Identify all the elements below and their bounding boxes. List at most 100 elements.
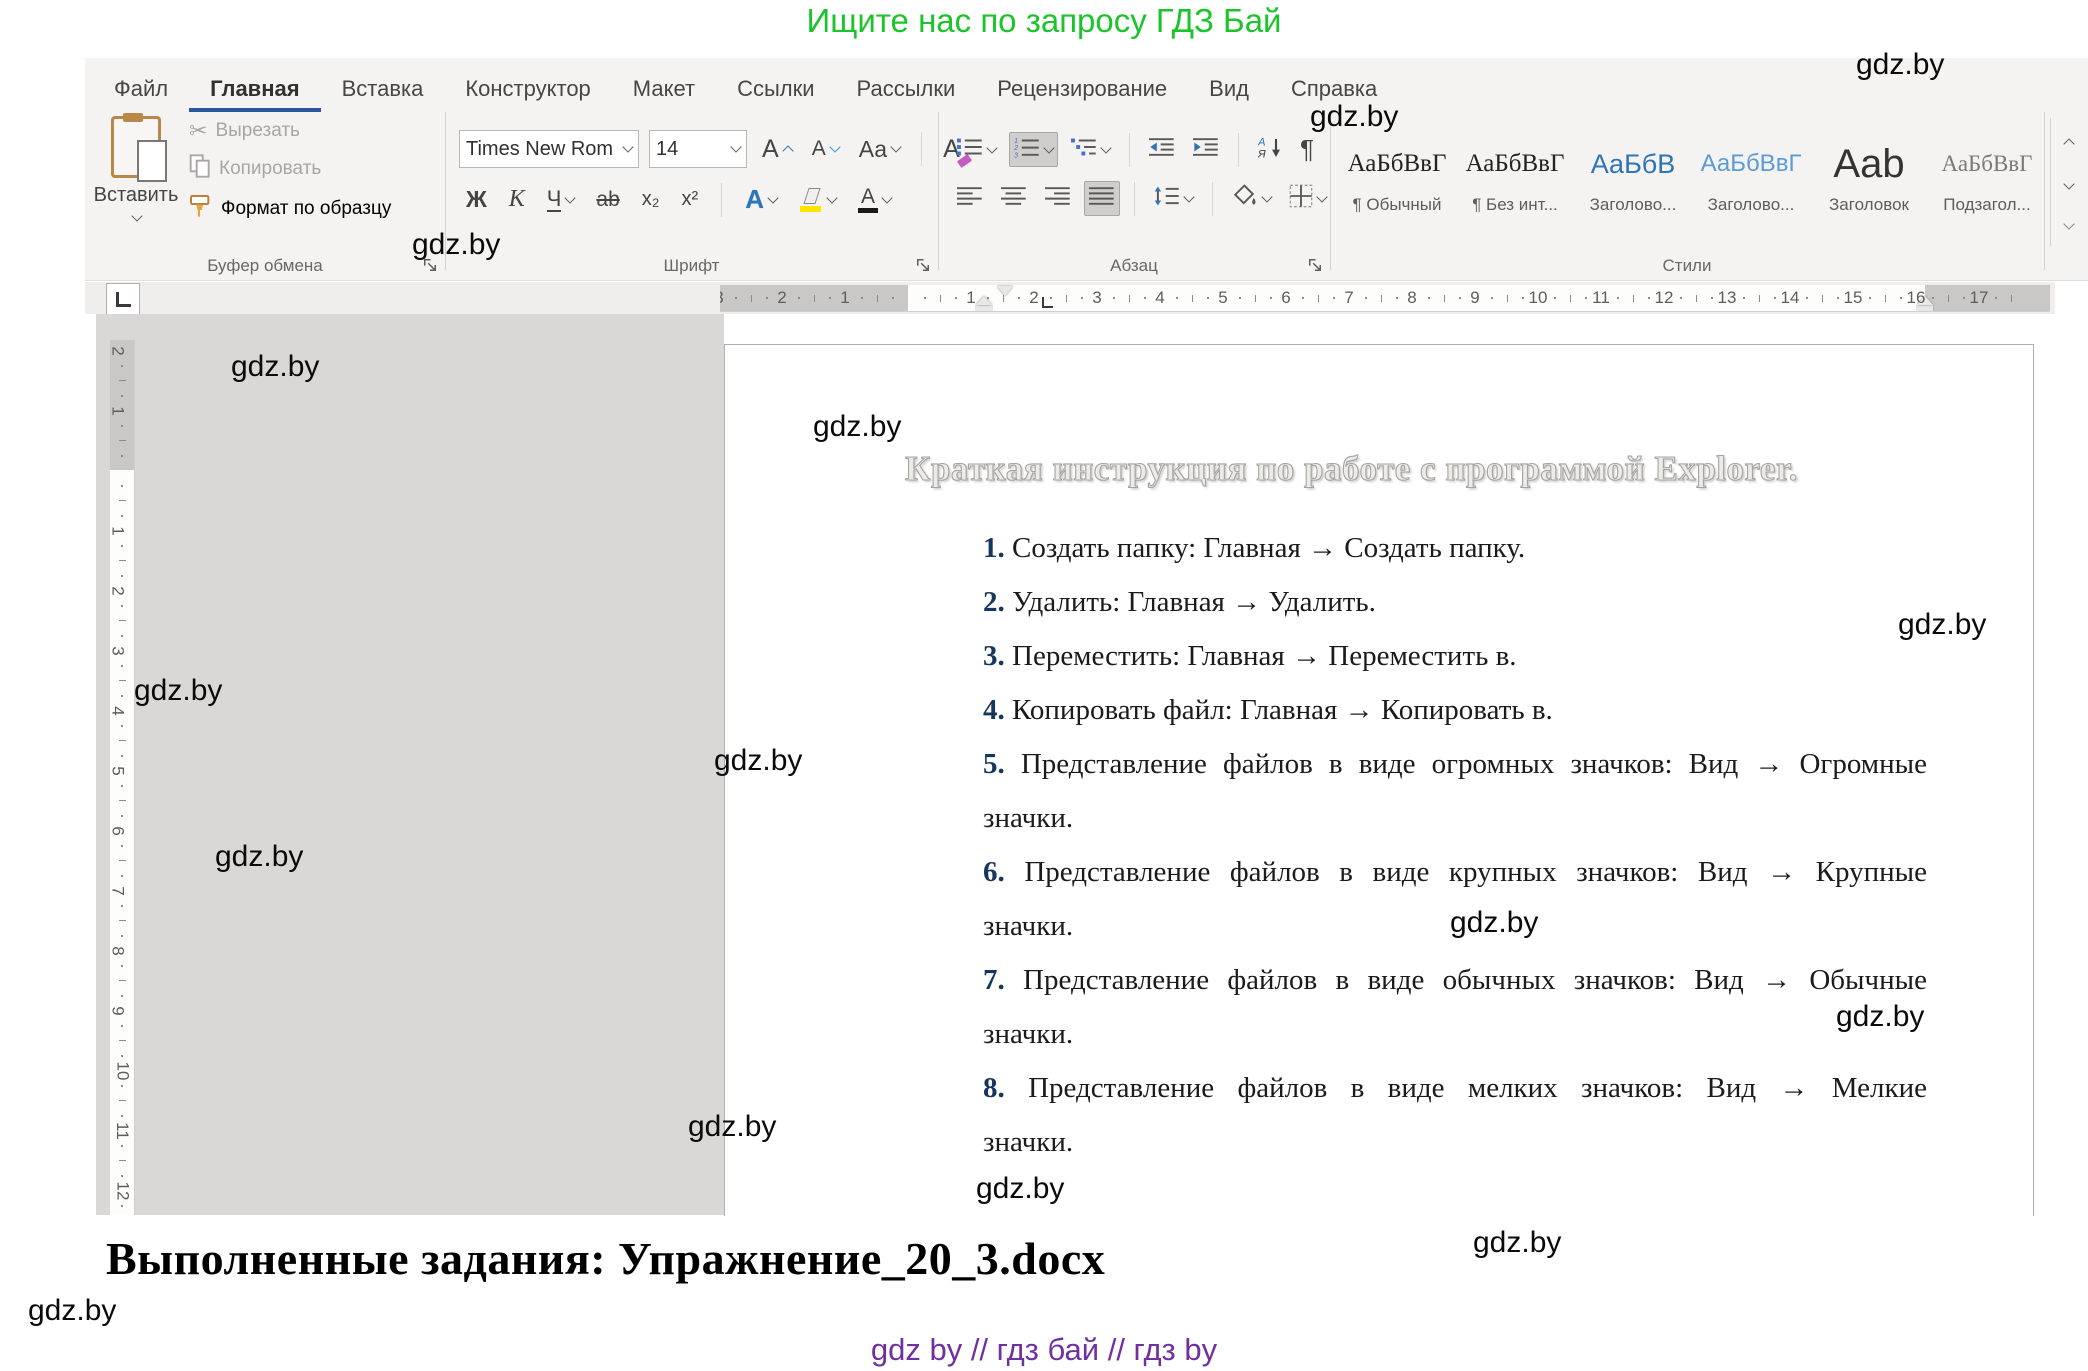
list-number: 3. xyxy=(983,640,1012,672)
horizontal-ruler[interactable]: 3211234567891011121314151617 xyxy=(720,285,2050,312)
shading-button[interactable] xyxy=(1227,180,1276,217)
chevron-up-icon xyxy=(782,145,793,156)
font-dialog-launcher[interactable] xyxy=(916,258,930,277)
chevron-down-icon xyxy=(1261,191,1272,202)
cut-button[interactable]: ✂ Вырезать xyxy=(189,118,391,144)
italic-button[interactable]: К xyxy=(504,182,530,217)
list-item: 1. Создать папку: Главная → Создать папк… xyxy=(983,521,1927,575)
list-item: 2. Удалить: Главная → Удалить. xyxy=(983,575,1927,629)
separator xyxy=(921,132,922,166)
tab-ссылки[interactable]: Ссылки xyxy=(716,66,835,112)
font-color-button[interactable]: А xyxy=(853,182,896,217)
superscript-button[interactable]: х² xyxy=(677,184,704,215)
strikethrough-button[interactable]: ab xyxy=(591,184,624,216)
style-card[interactable]: АаБбВвГ¶ Обычный xyxy=(1340,120,1454,258)
paragraph-dialog-launcher[interactable] xyxy=(1308,258,1322,277)
chevron-down-icon xyxy=(986,142,997,153)
ruler-number: 2 xyxy=(110,586,128,595)
ruler-tick xyxy=(121,365,123,367)
ruler-tick xyxy=(829,297,831,299)
italic-letter: К xyxy=(509,186,525,213)
list-item-line1: 7. Представление файлов в виде обычных з… xyxy=(983,953,1927,1007)
format-painter-icon xyxy=(189,194,213,224)
gallery-up-icon[interactable] xyxy=(2063,138,2074,149)
ruler-tick xyxy=(119,440,126,441)
first-line-indent-marker[interactable] xyxy=(997,286,1013,296)
tab-файл[interactable]: Файл xyxy=(93,66,189,112)
increase-indent-button[interactable] xyxy=(1188,132,1224,167)
style-card[interactable]: АаБбВЗаголово... xyxy=(1576,120,1690,258)
ruler-number: 1 xyxy=(110,526,128,535)
ruler-tick xyxy=(119,680,126,681)
tab-рассылки[interactable]: Рассылки xyxy=(836,66,977,112)
tab-вставка[interactable]: Вставка xyxy=(321,66,445,112)
ruler-tick xyxy=(1144,297,1146,299)
ruler-tick xyxy=(1459,297,1461,299)
copy-button[interactable]: Копировать xyxy=(189,154,391,184)
grow-font-letter: А xyxy=(762,135,779,164)
borders-button[interactable] xyxy=(1284,180,1331,217)
justify-button[interactable] xyxy=(1084,181,1120,216)
ruler-tick xyxy=(1018,297,1020,299)
tab-конструктор[interactable]: Конструктор xyxy=(444,66,611,112)
ruler-tick xyxy=(121,965,123,967)
sort-button[interactable]: АЯ xyxy=(1253,130,1287,169)
font-color-icon: А xyxy=(858,186,878,213)
style-card[interactable]: АаБбВвГ¶ Без инт... xyxy=(1458,120,1572,258)
show-formatting-marks-button[interactable]: ¶ xyxy=(1295,130,1319,169)
text-effects-button[interactable]: А xyxy=(740,180,782,219)
ruler-tick xyxy=(924,297,926,299)
style-card[interactable]: АabЗаголовок xyxy=(1812,120,1926,258)
ruler-number: 3 xyxy=(110,646,128,655)
list-item: 4. Копировать файл: Главная → Копировать… xyxy=(983,683,1927,737)
align-right-button[interactable] xyxy=(1040,181,1076,216)
tab-главная[interactable]: Главная xyxy=(189,66,320,112)
font-size-combobox[interactable]: 14 xyxy=(649,130,747,168)
ruler-tick xyxy=(1302,297,1304,299)
tab-макет[interactable]: Макет xyxy=(612,66,716,112)
list-number: 8. xyxy=(983,1072,1028,1104)
ruler-tick xyxy=(814,295,815,302)
chevron-down-icon xyxy=(131,210,142,221)
paste-button[interactable]: Вставить xyxy=(93,112,179,225)
underline-button[interactable]: Ч xyxy=(542,183,580,216)
document-heading: Краткая инструкция по работе с программо… xyxy=(905,449,2035,489)
dialog-launcher-icon xyxy=(1308,259,1322,276)
align-left-button[interactable] xyxy=(952,181,988,216)
ruler-tick xyxy=(1554,297,1556,299)
style-card[interactable]: АаБбВвГЗаголово... xyxy=(1694,120,1808,258)
list-number: 5. xyxy=(983,748,1021,780)
bullets-button[interactable] xyxy=(952,132,1001,167)
justify-icon xyxy=(1089,185,1115,212)
ruler-number: 2 xyxy=(110,346,128,355)
ruler-tick xyxy=(121,455,123,457)
tab-рецензирование[interactable]: Рецензирование xyxy=(976,66,1188,112)
tab-stop-selector[interactable] xyxy=(106,283,140,315)
ruler-tick xyxy=(877,295,878,302)
decrease-indent-button[interactable] xyxy=(1144,132,1180,167)
line-spacing-button[interactable] xyxy=(1149,181,1198,216)
numbering-button[interactable]: 123 xyxy=(1009,132,1058,167)
highlighter-icon xyxy=(799,188,823,212)
align-center-button[interactable] xyxy=(996,181,1032,216)
clipboard-icon xyxy=(111,116,161,178)
gallery-more-icon[interactable] xyxy=(2063,218,2074,229)
tab-вид[interactable]: Вид xyxy=(1188,66,1270,112)
ruler-tick xyxy=(121,1205,123,1207)
gallery-down-icon[interactable] xyxy=(2063,178,2074,189)
grow-font-button[interactable]: А xyxy=(757,131,797,168)
subscript-button[interactable]: х₂ xyxy=(637,184,665,215)
ruler-tick xyxy=(119,920,126,921)
shrink-font-button[interactable]: А xyxy=(807,133,844,165)
multilevel-list-button[interactable] xyxy=(1066,132,1115,167)
document-page[interactable]: Краткая инструкция по работе с программо… xyxy=(724,344,2034,1216)
format-painter-button[interactable]: Формат по образцу xyxy=(189,194,391,224)
hanging-indent-marker[interactable] xyxy=(976,296,992,311)
style-card[interactable]: АаБбВвГПодзагол... xyxy=(1930,120,2044,258)
highlight-color-button[interactable] xyxy=(794,184,841,216)
ruler-number: 1 xyxy=(110,406,128,415)
change-case-button[interactable]: Аа xyxy=(854,132,905,167)
bold-button[interactable]: Ж xyxy=(461,182,492,217)
vertical-ruler[interactable]: 21123456789101112 xyxy=(110,340,135,1215)
font-name-combobox[interactable]: Times New Rom xyxy=(459,130,639,168)
